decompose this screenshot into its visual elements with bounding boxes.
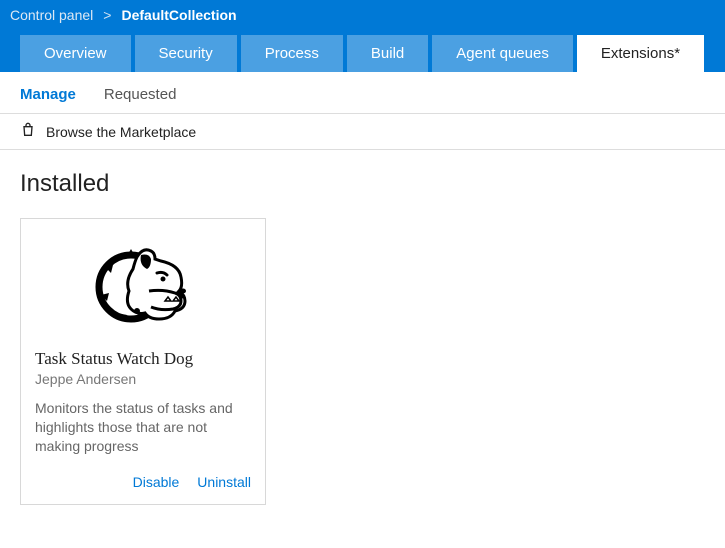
extension-logo: [35, 237, 251, 333]
disable-button[interactable]: Disable: [133, 474, 180, 490]
extension-author: Jeppe Andersen: [35, 371, 251, 387]
breadcrumb-current: DefaultCollection: [121, 7, 236, 23]
tab-process[interactable]: Process: [241, 35, 343, 72]
extension-card: Task Status Watch Dog Jeppe Andersen Mon…: [20, 218, 266, 505]
browse-marketplace-label: Browse the Marketplace: [46, 124, 196, 140]
extension-title: Task Status Watch Dog: [35, 349, 251, 369]
breadcrumb-separator: >: [103, 7, 111, 23]
extension-actions: Disable Uninstall: [35, 474, 251, 490]
section-title-installed: Installed: [20, 170, 705, 198]
breadcrumb-root-link[interactable]: Control panel: [10, 7, 93, 23]
divider: [0, 149, 725, 150]
shopping-bag-icon: [20, 122, 36, 141]
main-tabs: Overview Security Process Build Agent qu…: [0, 30, 725, 72]
subtab-manage[interactable]: Manage: [20, 86, 76, 103]
tab-extensions[interactable]: Extensions*: [577, 35, 704, 72]
subtab-requested[interactable]: Requested: [104, 86, 177, 103]
uninstall-button[interactable]: Uninstall: [197, 474, 251, 490]
tab-overview[interactable]: Overview: [20, 35, 131, 72]
sub-tabs: Manage Requested: [0, 72, 725, 113]
breadcrumb: Control panel > DefaultCollection: [0, 0, 725, 30]
browse-marketplace-link[interactable]: Browse the Marketplace: [0, 114, 725, 149]
tab-agent-queues[interactable]: Agent queues: [432, 35, 573, 72]
tab-security[interactable]: Security: [135, 35, 237, 72]
extension-cards: Task Status Watch Dog Jeppe Andersen Mon…: [0, 218, 725, 525]
extension-description: Monitors the status of tasks and highlig…: [35, 399, 251, 456]
tab-build[interactable]: Build: [347, 35, 428, 72]
